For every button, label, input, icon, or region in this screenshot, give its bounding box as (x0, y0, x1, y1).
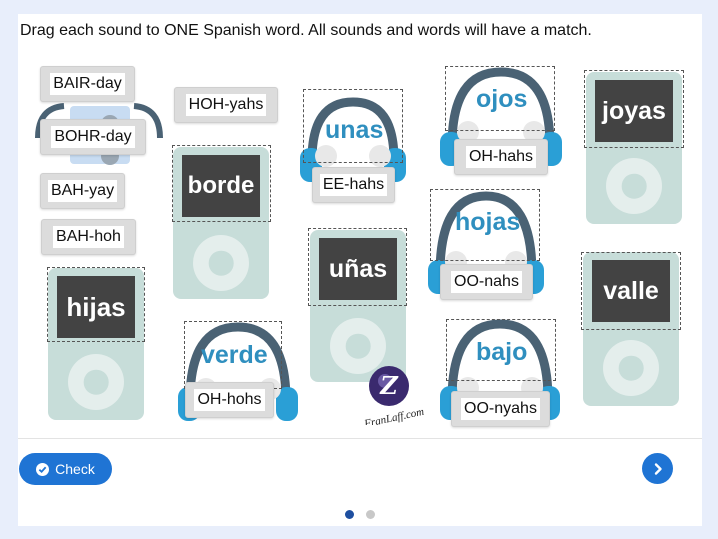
sound-chip-label: OO-nahs (451, 271, 522, 293)
drop-zone-hojas[interactable] (430, 189, 540, 261)
instruction-text: Drag each sound to ONE Spanish word. All… (20, 22, 592, 39)
sound-chip-label: HOH-yahs (185, 94, 267, 116)
sound-chip-label: BOHR-day (51, 126, 135, 148)
chevron-right-icon (654, 462, 662, 475)
drop-zone-unas-tilde[interactable] (308, 228, 407, 306)
sound-chip-label: BAIR-day (50, 73, 125, 95)
sound-chip[interactable]: OH-hahs (454, 139, 548, 175)
next-button[interactable] (642, 453, 673, 484)
svg-text:Z: Z (379, 371, 399, 400)
check-button-label: Check (55, 461, 95, 477)
sound-chip[interactable]: EE-hahs (312, 167, 395, 203)
sound-chip[interactable]: BAIR-day (40, 66, 135, 102)
franlaff-logo-mark: Z FranLaff.com (362, 366, 425, 430)
player-wheel (606, 158, 662, 214)
sound-chip[interactable]: BAH-yay (40, 173, 125, 209)
player-wheel (193, 235, 249, 291)
sound-chip-label: OO-nyahs (461, 398, 540, 420)
sound-chip-label: BAH-yay (47, 180, 118, 202)
sound-chip[interactable]: OH-hohs (185, 382, 274, 418)
sound-chip[interactable]: BOHR-day (40, 119, 146, 155)
sound-chip[interactable]: BAH-hoh (41, 219, 136, 255)
check-button[interactable]: Check (19, 453, 112, 485)
sound-chip[interactable]: OO-nyahs (451, 391, 550, 427)
sound-chip[interactable]: OO-nahs (440, 264, 533, 300)
franlaff-logo: Z FranLaff.com (358, 363, 430, 430)
player-wheel (68, 354, 124, 410)
footer-divider (18, 438, 702, 439)
sound-chip[interactable]: HOH-yahs (174, 87, 278, 123)
sound-chip-label: OH-hohs (194, 389, 265, 411)
drop-zone-joyas[interactable] (584, 70, 684, 148)
sound-chip-label: OH-hahs (465, 146, 537, 168)
pager-dot[interactable] (366, 510, 375, 519)
pager-dot-active[interactable] (345, 510, 354, 519)
sound-chip-label: BAH-hoh (53, 226, 124, 248)
drop-zone-valle[interactable] (581, 252, 681, 330)
drop-zone-unas[interactable] (303, 89, 403, 163)
drop-zone-verde[interactable] (184, 321, 282, 389)
player-wheel (603, 340, 659, 396)
drop-zone-bajo[interactable] (446, 319, 556, 381)
drop-zone-borde[interactable] (172, 145, 271, 222)
activity-stage: Drag each sound to ONE Spanish word. All… (18, 14, 702, 526)
logo-text: FranLaff.com (362, 406, 425, 425)
drop-zone-hijas[interactable] (47, 267, 145, 342)
sound-chip-label: EE-hahs (319, 174, 388, 196)
drop-zone-ojos[interactable] (445, 66, 555, 131)
check-circle-icon (36, 462, 50, 476)
